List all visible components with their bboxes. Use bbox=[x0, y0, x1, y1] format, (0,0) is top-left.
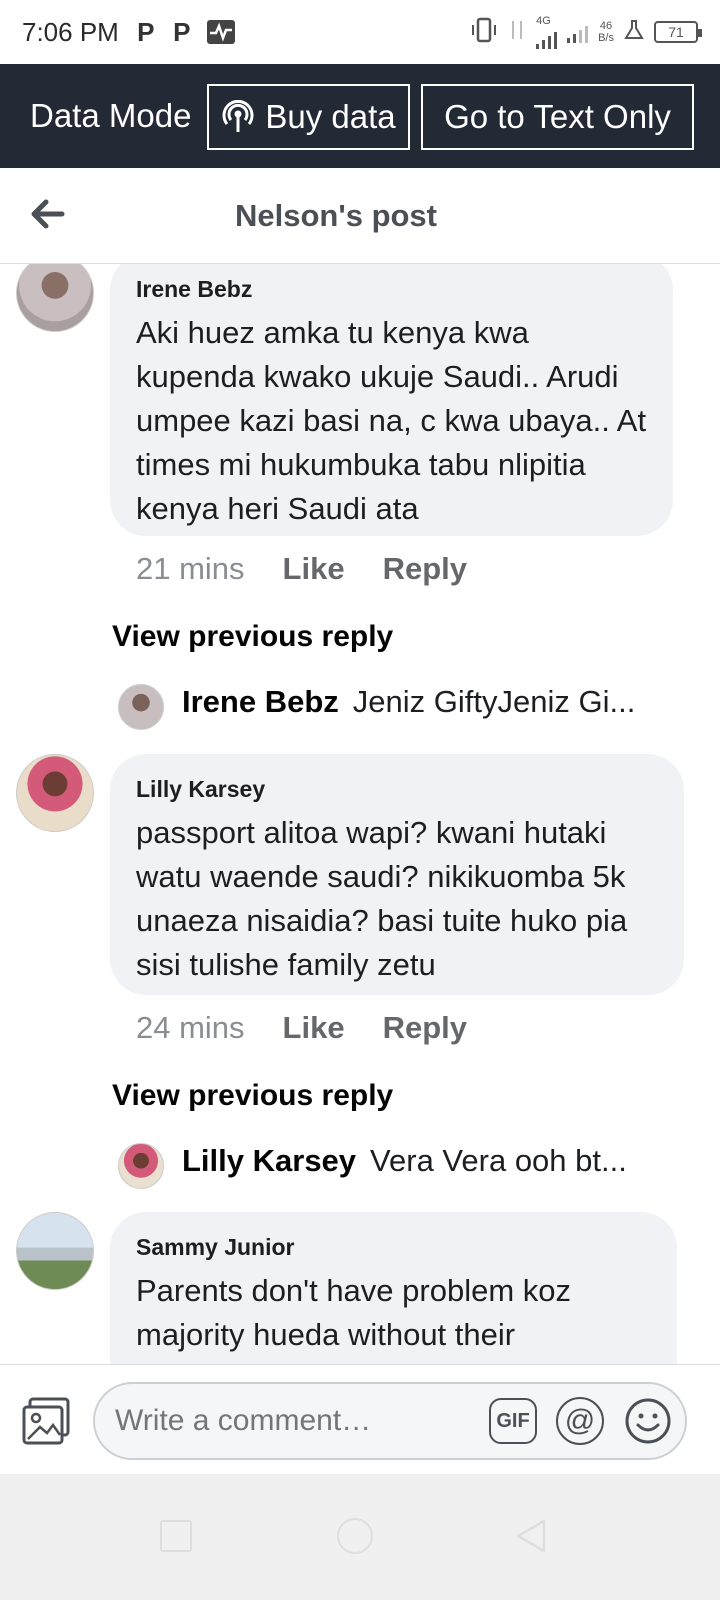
broadcast-icon bbox=[221, 99, 255, 134]
comment-author[interactable]: Irene Bebz bbox=[136, 276, 647, 303]
vibrate-icon bbox=[470, 17, 498, 48]
emoji-icon[interactable] bbox=[624, 1397, 672, 1445]
view-previous-reply[interactable]: View previous reply bbox=[112, 620, 393, 654]
comment-time: 21 mins bbox=[136, 551, 245, 586]
recents-icon[interactable] bbox=[160, 1520, 192, 1552]
network-type: 4G bbox=[536, 14, 551, 27]
signal-icon: 4G bbox=[536, 14, 558, 49]
avatar[interactable] bbox=[16, 1212, 94, 1290]
reply-text: Jeniz GiftyJeniz Gi... bbox=[352, 684, 636, 719]
reply-author: Irene Bebz bbox=[182, 684, 339, 719]
avatar bbox=[118, 1143, 164, 1189]
mention-icon[interactable]: @ bbox=[556, 1397, 604, 1445]
comment-text: Parents don't have problem koz majority … bbox=[136, 1273, 571, 1352]
avatar bbox=[118, 684, 164, 730]
comment-bubble[interactable]: Irene Bebz Aki huez amka tu kenya kwa ku… bbox=[110, 264, 673, 536]
reply-button[interactable]: Reply bbox=[383, 551, 467, 587]
comment-time: 24 mins bbox=[136, 1010, 245, 1045]
data-mode-label: Data Mode bbox=[30, 97, 192, 134]
comment-actions: 21 mins Like Reply bbox=[136, 551, 505, 587]
data-mode-bar: Data Mode Buy data Go to Text Only bbox=[0, 64, 720, 168]
comment-actions: 24 mins Like Reply bbox=[136, 1010, 505, 1046]
data-arrows-icon bbox=[508, 17, 526, 48]
speed-unit: B/s bbox=[598, 32, 614, 44]
back-icon[interactable] bbox=[514, 1518, 548, 1554]
gif-icon[interactable]: GIF bbox=[489, 1398, 537, 1444]
reply-author: Lilly Karsey bbox=[182, 1143, 357, 1178]
avatar[interactable] bbox=[16, 264, 94, 332]
comment-text: passport alitoa wapi? kwani hutaki watu … bbox=[136, 815, 628, 982]
battery-icon: 71 bbox=[654, 21, 702, 43]
p-icon: P bbox=[173, 17, 191, 47]
comment-bubble[interactable]: Sammy Junior Parents don't have problem … bbox=[110, 1212, 677, 1364]
signal-icon-2 bbox=[567, 21, 589, 43]
flask-icon bbox=[624, 19, 644, 46]
post-header: Nelson's post bbox=[0, 168, 720, 264]
photo-icon[interactable] bbox=[20, 1395, 72, 1447]
network-speed: 46 B/s bbox=[598, 20, 614, 44]
reply-text: Vera Vera ooh bt... bbox=[370, 1143, 627, 1178]
view-previous-reply[interactable]: View previous reply bbox=[112, 1079, 393, 1113]
p-icon: P bbox=[137, 17, 155, 47]
home-icon[interactable] bbox=[337, 1518, 373, 1554]
avatar[interactable] bbox=[16, 754, 94, 832]
comment-bubble[interactable]: Lilly Karsey passport alitoa wapi? kwani… bbox=[110, 754, 684, 995]
like-button[interactable]: Like bbox=[283, 1010, 345, 1046]
text-only-button[interactable]: Go to Text Only bbox=[421, 84, 694, 150]
page-title: Nelson's post bbox=[234, 198, 437, 233]
comment-text: Aki huez amka tu kenya kwa kupenda kwako… bbox=[136, 315, 647, 526]
speed-value: 46 bbox=[599, 20, 613, 32]
status-indicators: 4G 46 B/s 71 bbox=[470, 14, 702, 49]
comment-composer: GIF @ bbox=[0, 1364, 720, 1474]
buy-data-label: Buy data bbox=[265, 98, 396, 135]
pulse-icon bbox=[206, 20, 235, 44]
buy-data-button[interactable]: Buy data bbox=[207, 84, 410, 150]
like-button[interactable]: Like bbox=[283, 551, 345, 587]
status-bar: 7:06 PM P P 4G 46 B/s 71 bbox=[0, 0, 720, 64]
comment-author[interactable]: Lilly Karsey bbox=[136, 776, 658, 803]
comment-feed[interactable]: Irene Bebz Aki huez amka tu kenya kwa ku… bbox=[0, 264, 720, 1364]
comment-author[interactable]: Sammy Junior bbox=[136, 1234, 651, 1261]
navigation-bar bbox=[0, 1474, 720, 1600]
reply-button[interactable]: Reply bbox=[383, 1010, 467, 1046]
reply-preview[interactable]: Lilly Karsey Vera Vera ooh bt... bbox=[118, 1143, 627, 1189]
reply-preview[interactable]: Irene Bebz Jeniz GiftyJeniz Gi... bbox=[118, 684, 636, 730]
status-time: 7:06 PM bbox=[22, 16, 119, 47]
